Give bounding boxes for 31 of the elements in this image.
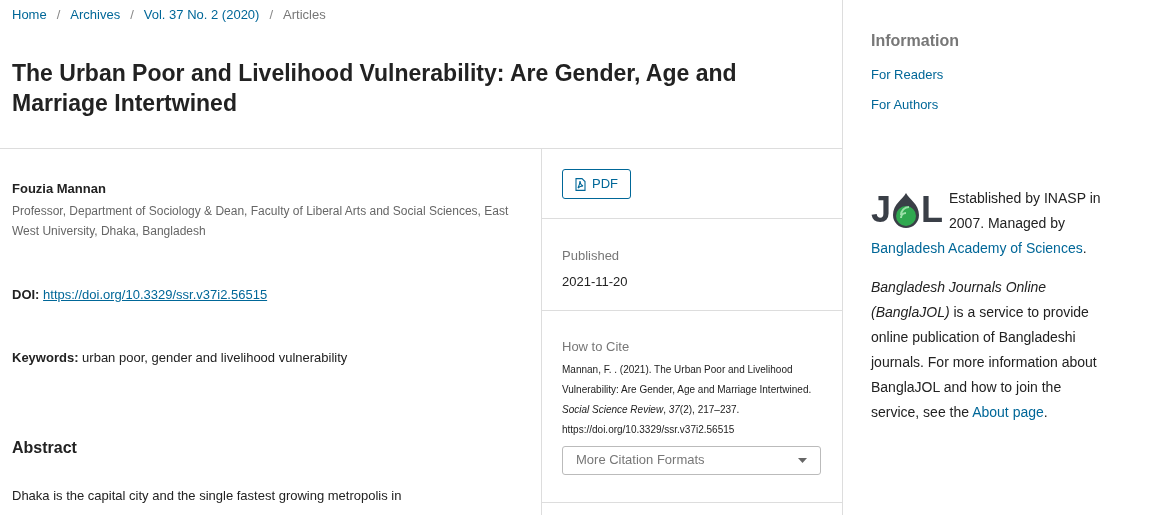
caret-down-icon bbox=[798, 457, 807, 463]
abstract-heading: Abstract bbox=[12, 437, 78, 458]
sidebar-link[interactable]: Bangladesh Academy of Sciences bbox=[871, 240, 1083, 256]
sidebar-heading: Information bbox=[871, 31, 960, 51]
published-label: Published bbox=[562, 247, 621, 265]
author-affiliation: Professor, Department of Sociology & Dean, Faculty of Liberal Arts and Social Sciences, East West University, Dhaka, Bangladesh bbox=[12, 202, 510, 240]
breadcrumb-separator: / bbox=[130, 6, 134, 25]
doi-link[interactable]: https://doi.org/10.3329/ssr.v37i2.56515 bbox=[43, 286, 268, 302]
author-name: Fouzia Mannan bbox=[12, 180, 107, 198]
breadcrumb-link[interactable]: Home bbox=[12, 5, 47, 25]
citation-formats-dropdown[interactable]: More Citation Formats bbox=[562, 445, 821, 475]
doi-label: DOI: bbox=[12, 286, 40, 302]
pdf-button[interactable]: PDF bbox=[562, 169, 631, 199]
jol-logo: J L bbox=[871, 191, 944, 229]
how-to-cite-label: How to Cite bbox=[562, 338, 631, 356]
published-date: 2021-11-20 bbox=[562, 272, 629, 291]
citation-text: Mannan, F. . (2021). The Urban Poor and Livelihood Vulnerability: Are Gender, Age and Marriage Intertwined. Social Science Review, 37(2), 217–237. https://doi.org/10.3329/ssr.v37i2.56515 bbox=[562, 362, 813, 437]
breadcrumb-separator: / bbox=[269, 6, 274, 25]
keywords-text: urban poor, gender and livelihood vulnerability bbox=[82, 350, 348, 365]
breadcrumb-link[interactable]: Vol. 37 No. 2 (2020) bbox=[143, 5, 260, 25]
breadcrumb-link[interactable]: Archives bbox=[70, 5, 121, 25]
abstract-text: Dhaka is the capital city and the single fastest growing metropolis in bbox=[12, 486, 403, 505]
pdf-file-icon bbox=[575, 177, 586, 191]
sidebar-paragraph: Bangladesh Journals Online (BanglaJOL) is a service to provide online publication of Bangladeshi journals. For more information about BanglaJOL and how to join the service, see the About page. bbox=[871, 278, 1098, 422]
article-title: The Urban Poor and Livelihood Vulnerability: Are Gender, Age and Marriage Intertwined bbox=[12, 59, 738, 118]
breadcrumb-current: Articles bbox=[283, 6, 326, 25]
sidebar-link[interactable]: About page bbox=[972, 404, 1044, 420]
keywords-label: Keywords: bbox=[12, 350, 79, 365]
breadcrumb-separator: / bbox=[56, 6, 61, 25]
sidebar-link[interactable]: For Authors bbox=[871, 94, 939, 114]
sidebar-link[interactable]: For Readers bbox=[871, 65, 944, 85]
